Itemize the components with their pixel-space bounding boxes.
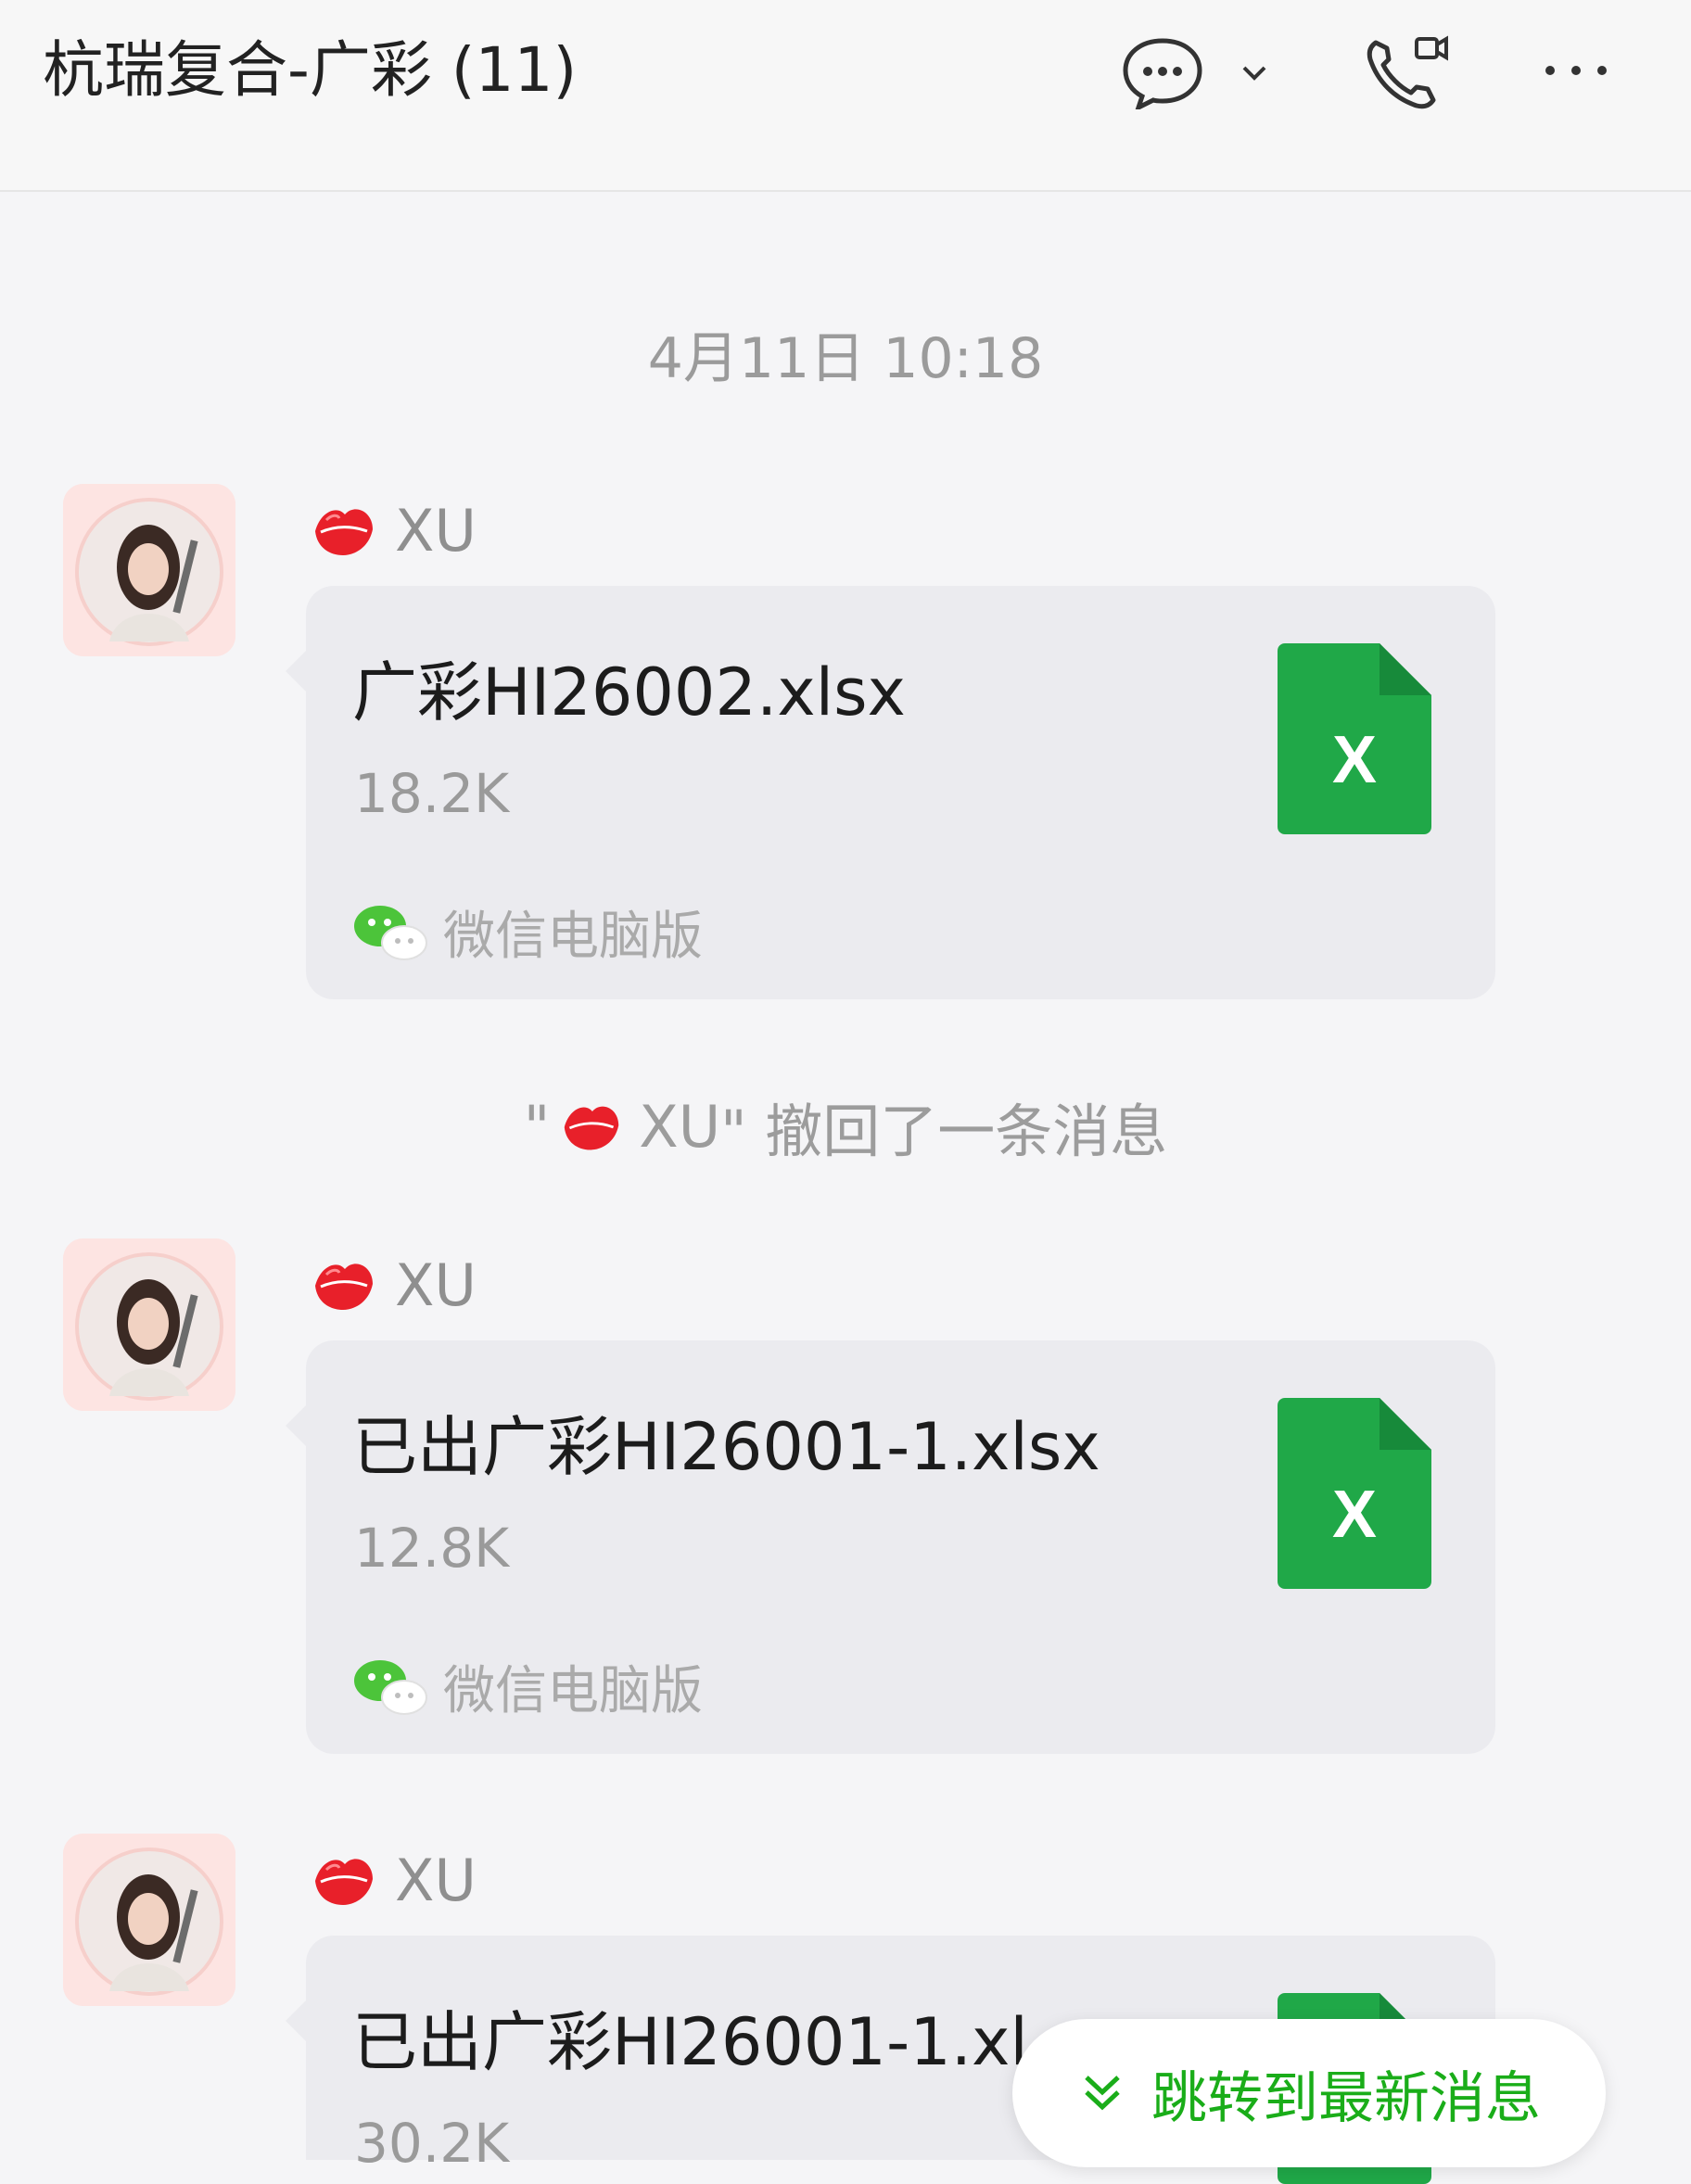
sender-name: XU: [395, 1846, 477, 1914]
recall-notice: " XU " 撤回了一条消息: [0, 1085, 1691, 1168]
red-lips-icon: [564, 1106, 619, 1150]
recall-text: " 撤回了一条消息: [720, 1098, 1168, 1165]
excel-file-icon: X: [1278, 643, 1431, 834]
source-label: 微信电脑版: [443, 1660, 703, 1721]
avatar-photo-icon: [63, 1834, 235, 2006]
svg-text:X: X: [1332, 723, 1377, 797]
more-icon[interactable]: [1539, 52, 1613, 89]
jump-to-latest-button[interactable]: 跳转到最新消息: [1012, 2019, 1606, 2167]
chat-title: 杭瑞复合-广彩 (11): [43, 34, 578, 106]
recall-open-quote: ": [523, 1092, 551, 1161]
source-label: 微信电脑版: [443, 906, 703, 967]
file-name: 已出广彩HI26001-1.xlsx: [352, 1409, 1100, 1485]
sender-name: XU: [395, 1251, 477, 1319]
sender-name: XU: [395, 496, 477, 565]
message-source: 微信电脑版: [352, 899, 703, 967]
svg-text:X: X: [1332, 1478, 1377, 1552]
wechat-icon: [354, 906, 427, 960]
red-lips-icon: [315, 1859, 373, 1905]
file-size: 12.8K: [354, 1517, 510, 1580]
sender-row: XU: [312, 1843, 477, 1917]
excel-file-icon: X: [1278, 1398, 1431, 1589]
file-message-bubble[interactable]: 已出广彩HI26001-1.xlsx 12.8K X 微信电脑版: [286, 1340, 1495, 1754]
wechat-icon: [354, 1660, 427, 1715]
red-lips-icon: [315, 1263, 373, 1310]
file-name: 已出广彩HI26001-1.xl: [352, 2004, 1028, 2080]
file-size: 18.2K: [354, 762, 510, 825]
recall-name: XU: [639, 1092, 721, 1161]
file-size: 30.2K: [354, 2112, 510, 2175]
file-name: 广彩HI26002.xlsx: [352, 654, 906, 730]
chat-bubble-icon[interactable]: [1120, 35, 1205, 109]
red-lips-icon: [315, 509, 373, 555]
avatar-photo-icon: [63, 1238, 235, 1411]
avatar[interactable]: [63, 1238, 235, 1411]
sender-row: XU: [312, 1248, 477, 1322]
sender-row: XU: [312, 493, 477, 567]
message-source: 微信电脑版: [352, 1654, 703, 1721]
avatar[interactable]: [63, 484, 235, 656]
chat-header: 杭瑞复合-广彩 (11): [0, 0, 1691, 192]
jump-to-latest-label: 跳转到最新消息: [1151, 2065, 1541, 2131]
video-call-icon[interactable]: [1363, 33, 1452, 113]
file-message-bubble[interactable]: 广彩HI26002.xlsx 18.2K X 微信电脑版: [286, 586, 1495, 999]
avatar-photo-icon: [63, 484, 235, 656]
double-chevron-down-icon: [1085, 2076, 1120, 2111]
avatar[interactable]: [63, 1834, 235, 2006]
message-timestamp: 4月11日 10:18: [647, 326, 1044, 391]
chevron-down-icon[interactable]: [1239, 57, 1270, 89]
